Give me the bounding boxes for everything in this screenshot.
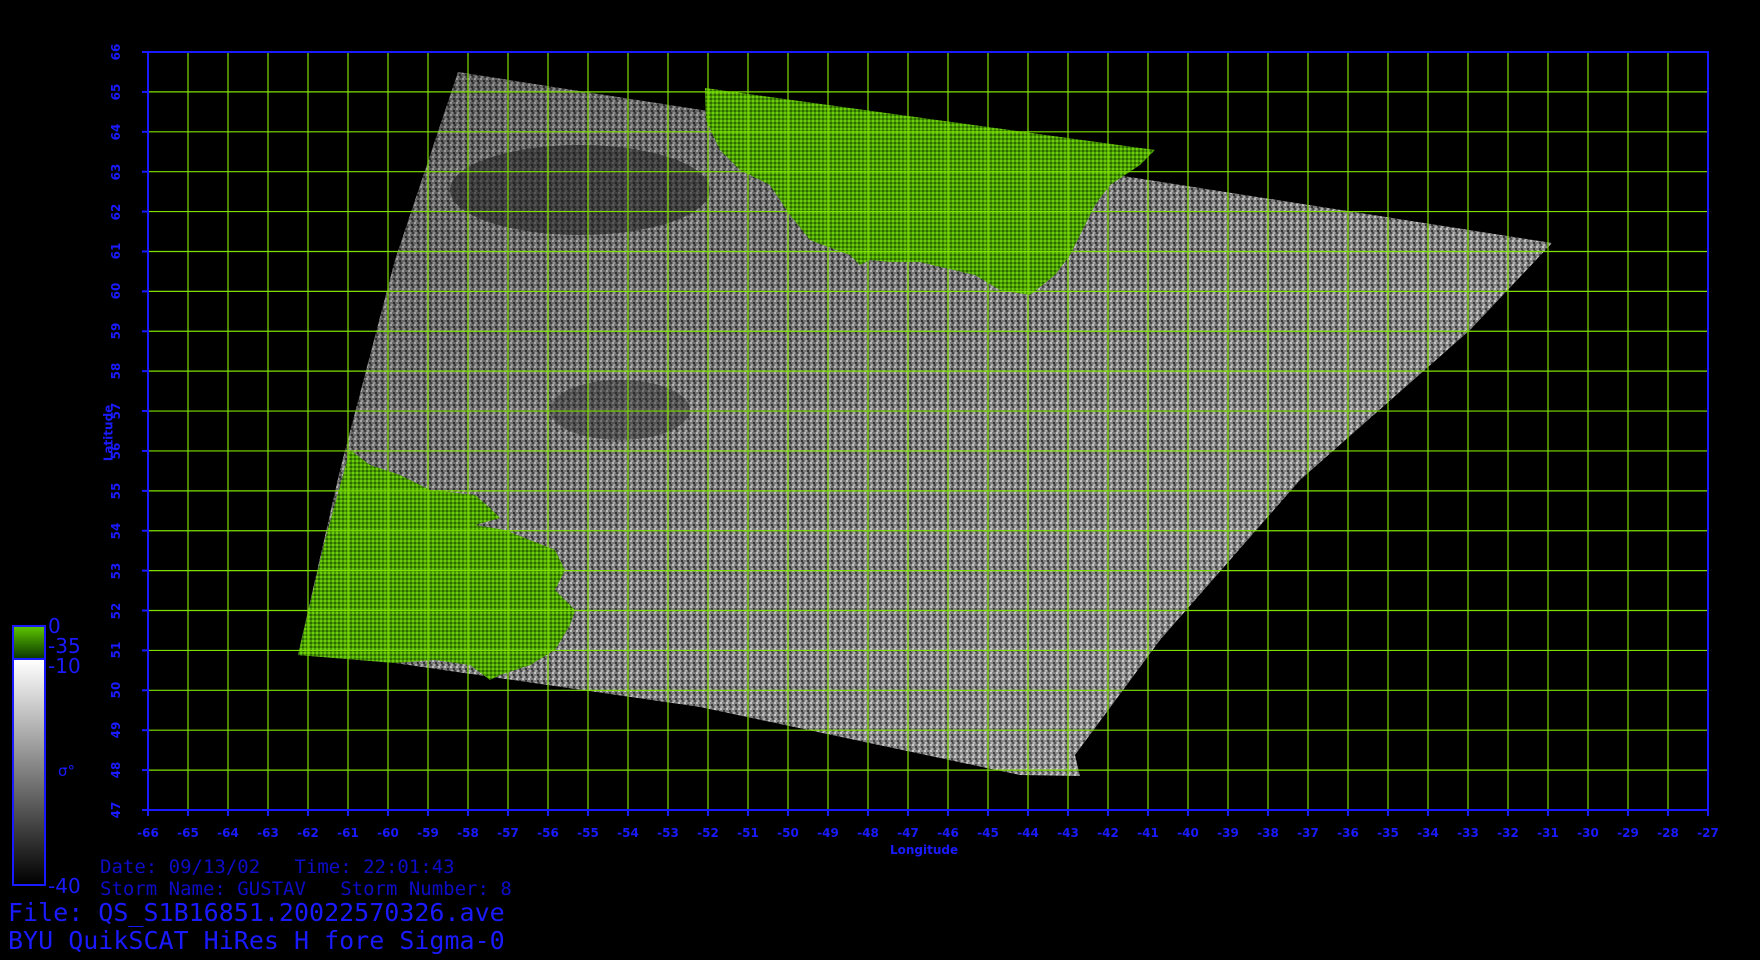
longitude-label: -27	[1697, 826, 1719, 840]
latitude-label: 55	[109, 482, 123, 500]
longitude-label: -31	[1537, 826, 1559, 840]
latitude-label: 60	[109, 283, 123, 300]
colorbar-land	[12, 625, 46, 658]
longitude-label: -37	[1297, 826, 1319, 840]
longitude-title: Longitude	[890, 843, 959, 857]
longitude-label: -62	[297, 826, 319, 840]
product-title-text: BYU QuikSCAT HiRes H fore Sigma-0	[8, 926, 505, 955]
latitude-label: 54	[109, 522, 123, 540]
longitude-label: -53	[657, 826, 679, 840]
longitude-label: -55	[577, 826, 599, 840]
longitude-label: -43	[1057, 826, 1079, 840]
longitude-label: -54	[617, 826, 639, 840]
longitude-label: -41	[1137, 826, 1159, 840]
longitude-label: -34	[1417, 826, 1439, 840]
longitude-label: -51	[737, 826, 759, 840]
longitude-label: -28	[1657, 826, 1679, 840]
latitude-label: 65	[109, 83, 123, 101]
longitude-label: -30	[1577, 826, 1599, 840]
latitude-label: 59	[109, 322, 123, 340]
storm-info-text: Storm Name: GUSTAV Storm Number: 8	[100, 878, 512, 900]
latitude-title: Latitude	[101, 404, 116, 462]
longitude-label: -35	[1377, 826, 1399, 840]
longitude-label: -60	[377, 826, 399, 840]
sigma-zero-symbol: σ°	[58, 762, 76, 780]
longitude-label: -42	[1097, 826, 1119, 840]
latitude-label: 61	[109, 243, 123, 260]
longitude-label: -38	[1257, 826, 1279, 840]
latitude-label: 52	[109, 602, 123, 619]
colorbar-label-minus10: -10	[48, 654, 81, 678]
latitude-label: 49	[109, 721, 123, 739]
latitude-label: 64	[109, 123, 123, 141]
colorbar-label-minus35: -35	[48, 634, 81, 658]
longitude-label: -36	[1337, 826, 1359, 840]
longitude-label: -39	[1217, 826, 1239, 840]
longitude-label: -63	[257, 826, 279, 840]
longitude-label: -66	[137, 826, 159, 840]
longitude-label: -32	[1497, 826, 1519, 840]
longitude-label: -29	[1617, 826, 1639, 840]
longitude-label: -47	[897, 826, 919, 840]
longitude-label: -49	[817, 826, 839, 840]
longitude-label: -45	[977, 826, 999, 840]
latitude-label: 53	[109, 562, 123, 579]
longitude-label: -61	[337, 826, 359, 840]
longitude-label: -57	[497, 826, 519, 840]
colorbar-label-0: 0	[48, 614, 61, 638]
longitude-label: -33	[1457, 826, 1479, 840]
latitude-label: 62	[109, 203, 123, 220]
map-plot	[142, 51, 1709, 816]
longitude-label: -44	[1017, 826, 1039, 840]
longitude-label: -40	[1177, 826, 1199, 840]
file-name-text: File: QS_S1B16851.20022570326.ave	[8, 898, 505, 927]
longitude-label: -50	[777, 826, 799, 840]
colorbar-label-minus40: -40	[48, 874, 81, 898]
longitude-label: -59	[417, 826, 439, 840]
colorbar-sigma0	[12, 658, 46, 886]
longitude-label: -65	[177, 826, 199, 840]
longitude-label: -64	[217, 826, 239, 840]
latitude-label: 58	[109, 362, 123, 380]
latitude-label: 66	[109, 43, 123, 61]
latitude-label: 47	[109, 801, 123, 819]
latitude-label: 51	[109, 642, 123, 659]
latitude-label: 48	[109, 761, 123, 779]
latitude-label: 50	[109, 681, 123, 699]
longitude-label: -56	[537, 826, 559, 840]
latitude-label: 63	[109, 163, 123, 181]
date-time-text: Date: 09/13/02 Time: 22:01:43	[100, 856, 455, 878]
longitude-label: -48	[857, 826, 879, 840]
longitude-label: -52	[697, 826, 719, 840]
longitude-label: -46	[937, 826, 959, 840]
longitude-label: -58	[457, 826, 479, 840]
